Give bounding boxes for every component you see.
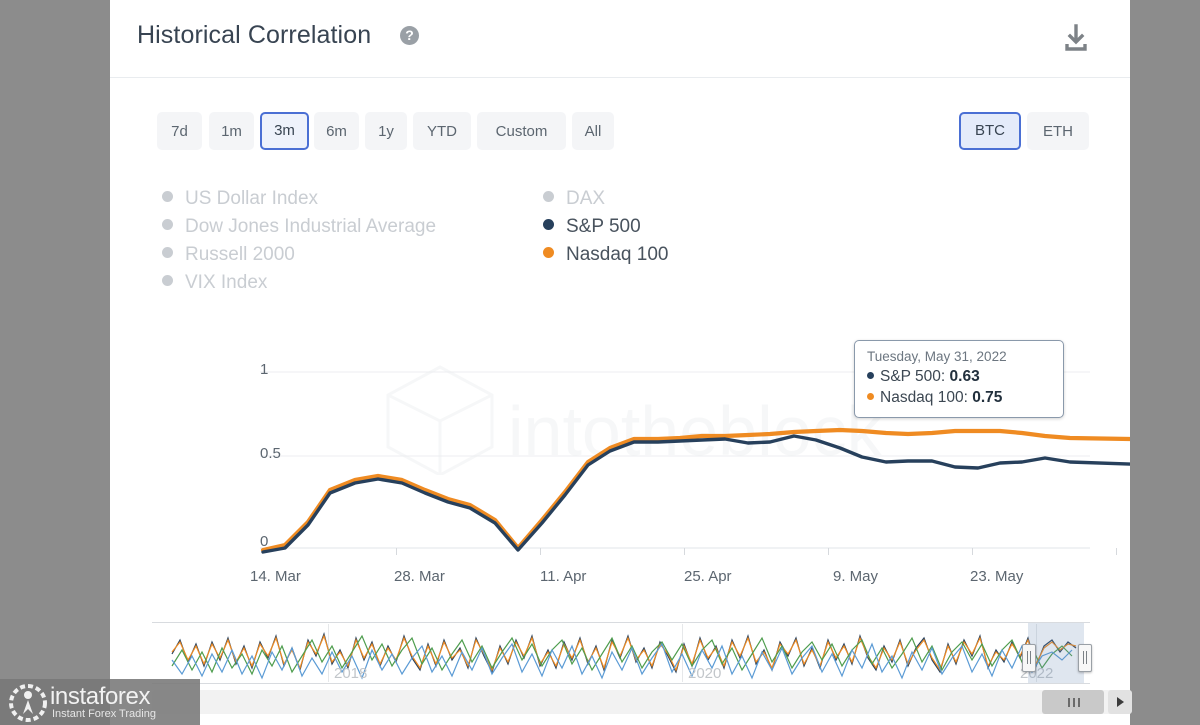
instaforex-tagline: Instant Forex Trading bbox=[52, 708, 156, 720]
y-axis-label-0: 0 bbox=[260, 533, 269, 550]
instaforex-brand-name: instaforex bbox=[50, 683, 151, 710]
y-axis-label-05: 0.5 bbox=[260, 445, 281, 462]
legend-item-vix-index[interactable]: VIX Index bbox=[162, 269, 267, 297]
legend-dot-icon bbox=[162, 191, 173, 203]
legend-dot-icon bbox=[543, 247, 554, 259]
instaforex-watermark: instaforex Instant Forex Trading bbox=[0, 679, 200, 725]
tooltip-date: Tuesday, May 31, 2022 bbox=[867, 349, 1007, 364]
x-axis-label-4: 25. Apr bbox=[684, 568, 732, 585]
legend-label: S&P 500 bbox=[566, 216, 641, 237]
legend-dot-icon bbox=[543, 191, 554, 203]
navigator-handle-left[interactable] bbox=[1022, 644, 1036, 672]
x-axis-label-5: 9. May bbox=[833, 568, 879, 585]
x-axis-label-2: 28. Mar bbox=[394, 568, 445, 585]
range-button-6m[interactable]: 6m bbox=[314, 112, 359, 150]
navigator-handle-right[interactable] bbox=[1078, 644, 1092, 672]
instaforex-logo-icon bbox=[9, 684, 47, 722]
tooltip-dot-icon bbox=[867, 372, 874, 380]
navigator-series-area bbox=[171, 632, 1077, 680]
legend-dot-icon bbox=[162, 219, 173, 231]
tooltip-row-nasdaq-100: Nasdaq 100: 0.75 bbox=[867, 387, 1051, 408]
legend-item-us-dollar-index[interactable]: US Dollar Index bbox=[162, 185, 318, 213]
navigator-year-2018: 2018 bbox=[334, 665, 368, 682]
tooltip-series-value: 0.75 bbox=[972, 389, 1003, 406]
legend-item-sp-500[interactable]: S&P 500 bbox=[543, 213, 641, 241]
range-button-7d[interactable]: 7d bbox=[157, 112, 202, 150]
range-button-all[interactable]: All bbox=[572, 112, 614, 150]
legend-item-dow-jones-industrial-average[interactable]: Dow Jones Industrial Average bbox=[162, 213, 436, 241]
legend-dot-icon bbox=[162, 275, 173, 287]
legend-label: VIX Index bbox=[185, 272, 268, 293]
x-axis-label-1: 14. Mar bbox=[250, 568, 301, 585]
range-selector-row: 7d 1m 3m 6m 1y YTD Custom All BTC ETH bbox=[110, 112, 1130, 152]
legend-item-russell-2000[interactable]: Russell 2000 bbox=[162, 241, 295, 269]
asset-toggle-eth[interactable]: ETH bbox=[1027, 112, 1089, 150]
tooltip-dot-icon bbox=[867, 393, 874, 401]
chart-legend: US Dollar Index Dow Jones Industrial Ave… bbox=[110, 185, 1130, 297]
page-title: Historical Correlation bbox=[137, 21, 372, 49]
x-axis-label-6: 23. May bbox=[970, 568, 1024, 585]
range-button-1m[interactable]: 1m bbox=[209, 112, 254, 150]
legend-label: Nasdaq 100 bbox=[566, 244, 669, 265]
legend-dot-icon bbox=[162, 247, 173, 259]
card-header: Historical Correlation ? bbox=[110, 0, 1130, 78]
scroll-right-arrow-icon[interactable] bbox=[1108, 690, 1132, 714]
asset-toggle-btc[interactable]: BTC bbox=[959, 112, 1021, 150]
legend-item-dax[interactable]: DAX bbox=[543, 185, 605, 213]
scrollbar-thumb[interactable] bbox=[1042, 690, 1104, 714]
y-axis-label-1: 1 bbox=[260, 361, 269, 378]
download-icon[interactable] bbox=[1058, 20, 1094, 56]
range-button-3m[interactable]: 3m bbox=[260, 112, 309, 150]
tooltip-series-name: S&P 500: bbox=[880, 368, 946, 385]
series-line-nasdaq-100 bbox=[260, 427, 1130, 553]
chart-tooltip: Tuesday, May 31, 2022 S&P 500: 0.63 Nasd… bbox=[854, 340, 1064, 418]
question-mark-icon[interactable]: ? bbox=[400, 26, 419, 45]
historical-correlation-card: Historical Correlation ? 7d 1m 3m 6m 1y … bbox=[110, 0, 1132, 725]
correlation-chart[interactable]: intotheblock 1 0.5 0 14. Mar 28. Mar 11.… bbox=[110, 300, 1130, 600]
legend-label: US Dollar Index bbox=[185, 188, 319, 209]
legend-label: DAX bbox=[566, 188, 606, 209]
navigator-year-2020: 2020 bbox=[688, 665, 722, 682]
navigator-selection-window[interactable] bbox=[1028, 623, 1084, 683]
tooltip-series-name: Nasdaq 100: bbox=[880, 389, 968, 406]
legend-dot-icon bbox=[543, 219, 554, 231]
legend-item-nasdaq-100[interactable]: Nasdaq 100 bbox=[543, 241, 668, 269]
range-button-ytd[interactable]: YTD bbox=[413, 112, 471, 150]
range-button-custom[interactable]: Custom bbox=[477, 112, 566, 150]
legend-label: Russell 2000 bbox=[185, 244, 295, 265]
x-axis-label-3: 11. Apr bbox=[540, 568, 587, 585]
range-button-1y[interactable]: 1y bbox=[365, 112, 407, 150]
tooltip-row-sp-500: S&P 500: 0.63 bbox=[867, 366, 1051, 387]
tooltip-series-value: 0.63 bbox=[949, 368, 980, 385]
series-line-sp-500 bbox=[261, 434, 1130, 554]
chart-navigator[interactable]: 2018 2020 2022 bbox=[152, 622, 1092, 684]
horizontal-scrollbar[interactable] bbox=[152, 690, 1132, 714]
legend-label: Dow Jones Industrial Average bbox=[185, 216, 437, 237]
